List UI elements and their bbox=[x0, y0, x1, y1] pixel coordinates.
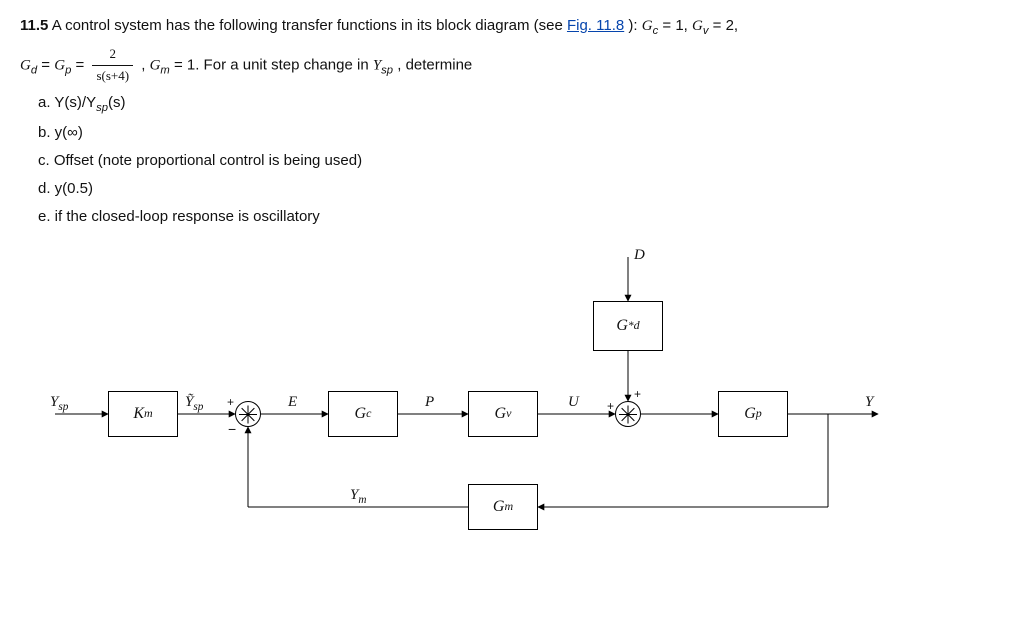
problem-number: 11.5 bbox=[20, 17, 48, 34]
gp-sym: G bbox=[54, 57, 65, 73]
comma: , bbox=[141, 56, 149, 73]
block-km: Km bbox=[108, 391, 178, 437]
block-gm: Gm bbox=[468, 484, 538, 530]
gc-sym2: G bbox=[355, 405, 367, 423]
gc-sym: G bbox=[642, 18, 653, 34]
gd-sub2: d bbox=[634, 318, 640, 333]
gv-sym: G bbox=[692, 18, 703, 34]
gp-sym2: G bbox=[744, 405, 756, 423]
signal-u: U bbox=[568, 394, 579, 411]
ysp-sub: sp bbox=[381, 64, 393, 76]
part-d: d. y(0.5) bbox=[38, 177, 1008, 201]
part-b: b. y(∞) bbox=[38, 121, 1008, 145]
signal-ym: Ym bbox=[350, 487, 366, 506]
part-e: e. if the closed-loop response is oscill… bbox=[38, 205, 1008, 229]
ym-sub: m bbox=[358, 494, 366, 506]
part-a-post: (s) bbox=[108, 94, 126, 111]
frac-num: 2 bbox=[92, 44, 133, 66]
ysp-sym: Y bbox=[373, 57, 381, 73]
figure-link[interactable]: Fig. 11.8 bbox=[567, 17, 624, 34]
gc-sub: c bbox=[653, 25, 659, 37]
gd-sub: d bbox=[31, 64, 37, 76]
intro-post: ): bbox=[628, 17, 641, 34]
gc-eq: = 1, bbox=[662, 17, 692, 34]
ysp-sub2: sp bbox=[58, 401, 68, 413]
tail: , determine bbox=[397, 56, 472, 73]
gm-sym2: G bbox=[493, 498, 505, 516]
gv-eq: = 2, bbox=[713, 17, 738, 34]
gp-sub: p bbox=[65, 64, 71, 76]
gv-sub: v bbox=[703, 25, 709, 37]
intro-pre: A control system has the following trans… bbox=[52, 17, 567, 34]
part-c: c. Offset (note proportional control is … bbox=[38, 149, 1008, 173]
part-a-text: a. Y(s)/Y bbox=[38, 94, 96, 111]
frac-den: s(s+4) bbox=[92, 66, 133, 87]
gm-sym: G bbox=[150, 57, 161, 73]
gv-sub2: v bbox=[506, 406, 511, 421]
problem-line-1: 11.5 A control system has the following … bbox=[20, 14, 1008, 40]
sum1-minus: − bbox=[228, 421, 236, 437]
signal-ysp: Ysp bbox=[50, 394, 68, 413]
part-a-sub: sp bbox=[96, 102, 108, 114]
yspt-sub: sp bbox=[193, 401, 203, 413]
block-gd: G*d bbox=[593, 301, 663, 351]
signal-e: E bbox=[288, 394, 297, 411]
eq2: = bbox=[76, 56, 89, 73]
gc-sub2: c bbox=[366, 406, 371, 421]
block-diagram: Ysp Ỹsp E P U D Y Ym + − + + Km Gc Gv bbox=[20, 239, 1008, 559]
signal-ysp-tilde: Ỹsp bbox=[185, 394, 203, 413]
part-a: a. Y(s)/Ysp(s) bbox=[38, 91, 1008, 117]
block-gc: Gc bbox=[328, 391, 398, 437]
eq1: = bbox=[41, 56, 54, 73]
gm-sub: m bbox=[160, 64, 169, 76]
summing-junction-1 bbox=[235, 401, 261, 427]
signal-y: Y bbox=[865, 394, 873, 411]
fraction: 2 s(s+4) bbox=[92, 44, 133, 87]
problem-line-2: Gd = Gp = 2 s(s+4) , Gm = 1. For a unit … bbox=[20, 44, 1008, 87]
gm-sub2: m bbox=[504, 499, 513, 514]
gd-sym2: G bbox=[616, 317, 628, 335]
km-sym: K bbox=[133, 405, 144, 423]
gp-sub2: p bbox=[756, 406, 762, 421]
signal-p: P bbox=[425, 394, 434, 411]
block-gp: Gp bbox=[718, 391, 788, 437]
summing-junction-2 bbox=[615, 401, 641, 427]
gv-sym2: G bbox=[495, 405, 507, 423]
km-sub: m bbox=[144, 406, 153, 421]
block-gv: Gv bbox=[468, 391, 538, 437]
sum2-plus-left: + bbox=[607, 399, 614, 413]
sum1-plus: + bbox=[227, 395, 234, 409]
signal-d: D bbox=[634, 247, 645, 264]
gd-sym: G bbox=[20, 57, 31, 73]
gm-tail: = 1. For a unit step change in bbox=[174, 56, 373, 73]
sum2-plus-top: + bbox=[634, 387, 641, 401]
